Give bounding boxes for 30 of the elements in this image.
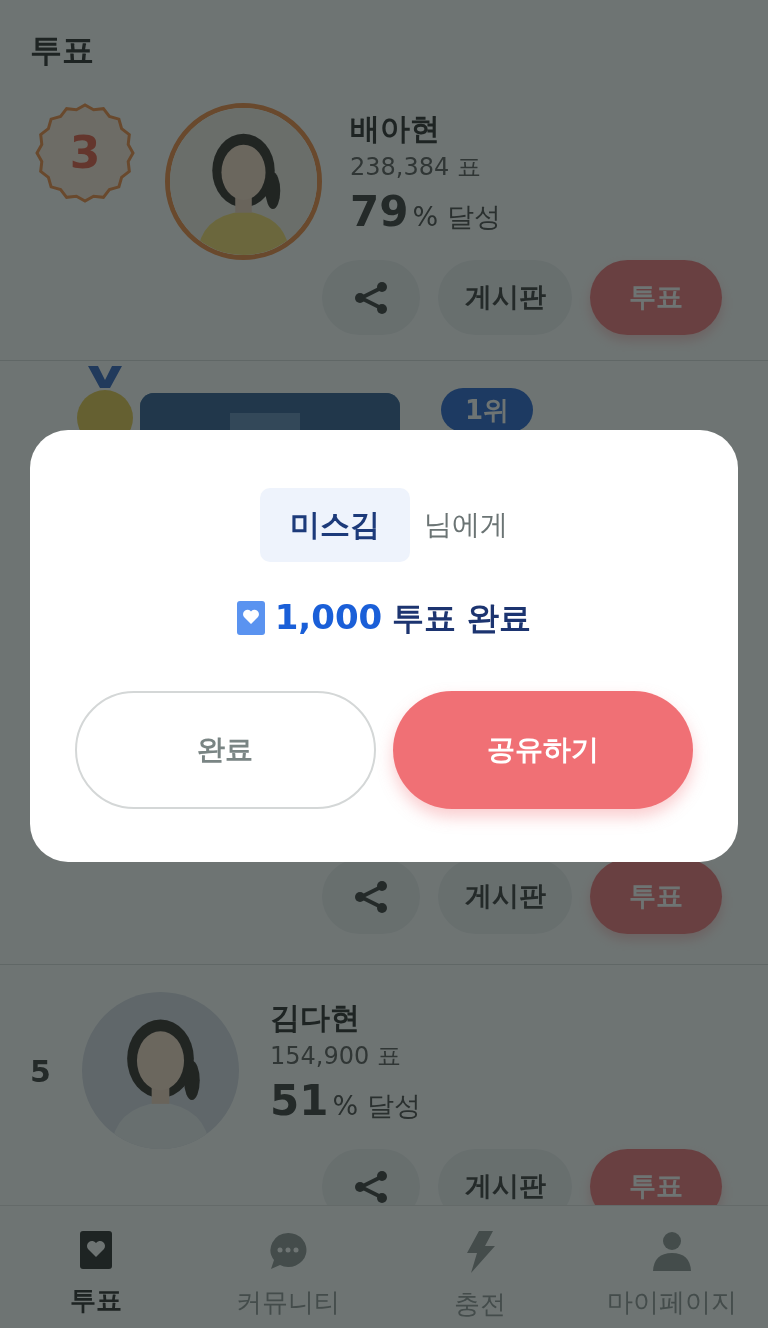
percent-label: % 달성 bbox=[412, 200, 501, 234]
recipient-suffix: 님에게 bbox=[424, 507, 508, 543]
nav-tab[interactable]: 투표 bbox=[0, 1206, 192, 1328]
page-title: 투표 bbox=[30, 30, 95, 70]
rank-number: 5 bbox=[30, 1054, 51, 1089]
share-icon bbox=[353, 280, 389, 315]
rank-tag: 1위 bbox=[441, 388, 534, 432]
percent-value: 51 bbox=[270, 1075, 329, 1127]
board-button[interactable]: 게시판 bbox=[438, 859, 572, 934]
share-button[interactable]: 공유하기 bbox=[392, 691, 693, 809]
chat-icon bbox=[268, 1231, 308, 1271]
vote-count: 154,900 표 bbox=[270, 1041, 402, 1072]
percent-value: 79 bbox=[350, 186, 409, 238]
candidate-name: 배아현 bbox=[350, 110, 441, 148]
heart-card-icon bbox=[236, 600, 265, 635]
vote-amount: 1,000 bbox=[274, 596, 383, 639]
heart-card-icon bbox=[80, 1231, 112, 1269]
rank-badge-icon bbox=[35, 103, 135, 203]
vote-count: 238,384 표 bbox=[350, 152, 482, 183]
recipient-name: 미스김 bbox=[260, 488, 410, 562]
percent-label: % 달성 bbox=[332, 1089, 421, 1123]
result-text: 투표 완료 bbox=[392, 597, 532, 639]
lightning-icon bbox=[465, 1231, 495, 1273]
share-icon bbox=[353, 879, 389, 914]
done-button[interactable]: 완료 bbox=[75, 691, 376, 809]
candidate-name: 김다현 bbox=[270, 999, 361, 1037]
rank-number: 3 bbox=[69, 131, 101, 175]
share-icon bbox=[353, 1169, 389, 1204]
board-button[interactable]: 게시판 bbox=[438, 260, 572, 335]
person-icon bbox=[652, 1231, 692, 1271]
